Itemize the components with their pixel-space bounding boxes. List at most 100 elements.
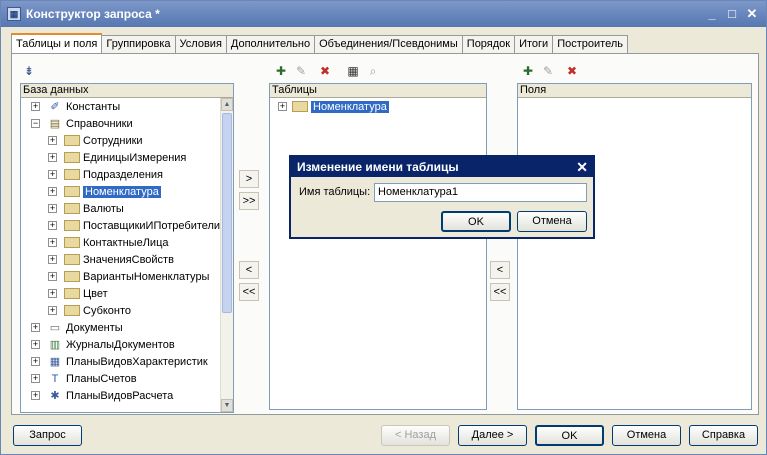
tree-item[interactable]: + ПоставщикиИПотребители [21, 217, 233, 234]
app-icon: ▦ [7, 7, 21, 21]
tree-item[interactable]: + Номенклатура [21, 183, 233, 200]
add-all-button[interactable]: >> [239, 192, 259, 210]
maximize-button[interactable]: □ [724, 6, 740, 22]
remove-all-button[interactable]: << [239, 283, 259, 301]
tab-unions-aliases[interactable]: Объединения/Псевдонимы [314, 35, 463, 53]
tree-item[interactable]: + ✐ Константы [21, 98, 233, 115]
help-button[interactable]: Справка [689, 425, 758, 446]
ok-button[interactable]: OK [535, 425, 604, 446]
expand-icon[interactable]: + [31, 340, 40, 349]
tree-item[interactable]: + Цвет [21, 285, 233, 302]
remove-all-fields-button[interactable]: << [490, 283, 510, 301]
expand-icon[interactable]: + [48, 255, 57, 264]
edit-table-icon[interactable]: ✎ [293, 63, 309, 79]
delete-field-icon[interactable]: ✖ [564, 63, 580, 79]
remove-field-button[interactable]: < [490, 261, 510, 279]
expand-icon[interactable]: + [31, 102, 40, 111]
folder-icon [64, 237, 80, 248]
dialog-title-bar[interactable]: Изменение имени таблицы ✕ [291, 157, 593, 177]
tables-panel: Таблицы + Номенклатура [269, 83, 487, 410]
dialog-cancel-button[interactable]: Отмена [517, 211, 587, 232]
tables-header: Таблицы [270, 84, 486, 98]
table-search-icon[interactable]: ⌕ [365, 63, 381, 79]
tab-order[interactable]: Порядок [461, 35, 516, 53]
sort-tree-icon[interactable]: ⇟ [21, 63, 37, 79]
tree-item-label: Сотрудники [83, 134, 143, 147]
tree-item[interactable]: + КонтактныеЛица [21, 234, 233, 251]
tree-item[interactable]: + Субконто [21, 302, 233, 319]
expand-icon[interactable]: + [48, 153, 57, 162]
tree-item[interactable]: + ▥ ЖурналыДокументов [21, 336, 233, 353]
scroll-up-icon[interactable]: ▲ [221, 98, 233, 111]
back-button[interactable]: < Назад [381, 425, 450, 446]
expand-icon[interactable]: + [31, 391, 40, 400]
tree-item[interactable]: + ВариантыНоменклатуры [21, 268, 233, 285]
catalogs-icon: ▤ [49, 117, 61, 130]
expand-icon[interactable]: + [48, 306, 57, 315]
tree-item[interactable]: + T ПланыСчетов [21, 370, 233, 387]
tree-item[interactable]: + Сотрудники [21, 132, 233, 149]
expand-icon[interactable]: + [48, 272, 57, 281]
tab-conditions[interactable]: Условия [174, 35, 227, 53]
add-field-icon[interactable]: ✚ [520, 63, 536, 79]
expand-icon[interactable]: + [48, 136, 57, 145]
database-scrollbar[interactable]: ▲ ▼ [220, 98, 233, 412]
collapse-icon[interactable]: − [31, 119, 40, 128]
tree-item[interactable]: + Подразделения [21, 166, 233, 183]
delete-table-icon[interactable]: ✖ [317, 63, 333, 79]
dialog-close-icon[interactable]: ✕ [576, 157, 588, 177]
folder-icon [64, 135, 80, 146]
dialog-ok-button[interactable]: OK [441, 211, 511, 232]
rename-table-dialog: Изменение имени таблицы ✕ Имя таблицы: Н… [289, 155, 595, 239]
tree-item[interactable]: + ЕдиницыИзмерения [21, 149, 233, 166]
tree-item[interactable]: + ▭ Документы [21, 319, 233, 336]
database-panel: База данных + ✐ Константы − ▤ Справочники + Сот… [20, 83, 234, 413]
expand-icon[interactable]: + [31, 357, 40, 366]
table-item-label: Номенклатура [311, 100, 389, 113]
tab-builder[interactable]: Построитель [552, 35, 628, 53]
add-button[interactable]: > [239, 170, 259, 188]
tab-tables-fields[interactable]: Таблицы и поля [11, 33, 103, 53]
tree-item-label: Валюты [83, 202, 124, 215]
expand-icon[interactable]: + [31, 323, 40, 332]
minimize-button[interactable]: _ [704, 6, 720, 22]
tree-item[interactable]: − ▤ Справочники [21, 115, 233, 132]
tree-item[interactable]: + ▦ ПланыВидовХарактеристик [21, 353, 233, 370]
database-header: База данных [21, 84, 233, 98]
tree-item[interactable]: + ✱ ПланыВидовРасчета [21, 387, 233, 404]
close-button[interactable]: ✕ [744, 6, 760, 22]
folder-icon [64, 271, 80, 282]
cancel-button[interactable]: Отмена [612, 425, 681, 446]
folder-icon [64, 203, 80, 214]
tree-item-label: Цвет [83, 287, 108, 300]
tree-item-label: ПланыСчетов [66, 372, 137, 385]
expand-icon[interactable]: + [48, 238, 57, 247]
expand-icon[interactable]: + [278, 102, 287, 111]
expand-icon[interactable]: + [48, 187, 57, 196]
remove-button[interactable]: < [239, 261, 259, 279]
query-builder-window: ▦ Конструктор запроса * _ □ ✕ Таблицы и … [0, 0, 767, 455]
tab-grouping[interactable]: Группировка [101, 35, 176, 53]
expand-icon[interactable]: + [48, 289, 57, 298]
scroll-down-icon[interactable]: ▼ [221, 399, 233, 412]
expand-icon[interactable]: + [31, 374, 40, 383]
expand-icon[interactable]: + [48, 221, 57, 230]
tree-item-label: ПланыВидовРасчета [66, 389, 174, 402]
dialog-title: Изменение имени таблицы [297, 160, 459, 174]
add-table-icon[interactable]: ✚ [273, 63, 289, 79]
title-bar[interactable]: ▦ Конструктор запроса * _ □ ✕ [1, 1, 766, 27]
tab-totals[interactable]: Итоги [514, 35, 554, 53]
table-check-icon[interactable]: ▦ [345, 63, 361, 79]
expand-icon[interactable]: + [48, 204, 57, 213]
table-name-input[interactable]: Номенклатура1 [374, 183, 587, 202]
expand-icon[interactable]: + [48, 170, 57, 179]
query-button[interactable]: Запрос [13, 425, 82, 446]
tab-advanced[interactable]: Дополнительно [225, 35, 316, 53]
tree-item[interactable]: + ЗначенияСвойств [21, 251, 233, 268]
tree-item[interactable]: + Валюты [21, 200, 233, 217]
scroll-thumb[interactable] [222, 113, 232, 313]
database-tree: + ✐ Константы − ▤ Справочники + Сотрудники + Един… [21, 98, 233, 404]
next-button[interactable]: Далее > [458, 425, 527, 446]
edit-field-icon[interactable]: ✎ [540, 63, 556, 79]
table-item[interactable]: + Номенклатура [270, 98, 486, 115]
